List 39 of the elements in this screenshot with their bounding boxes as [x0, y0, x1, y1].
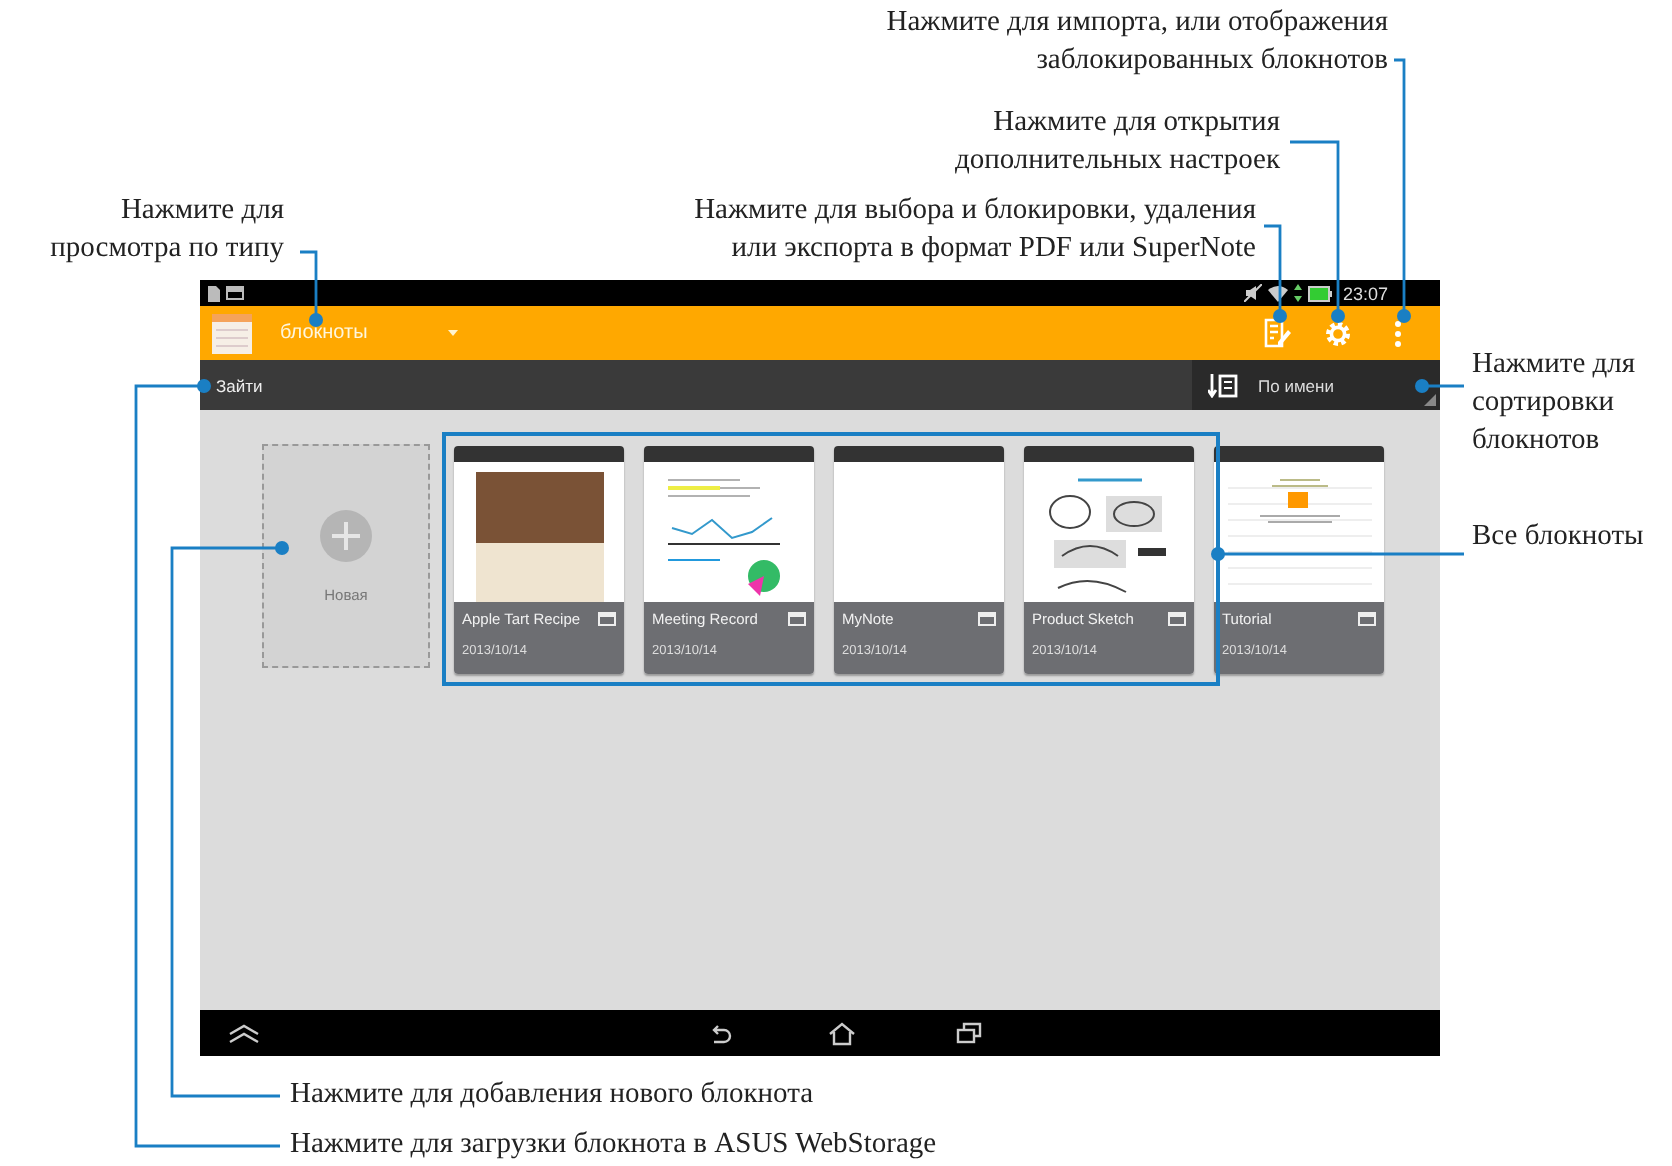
image-icon — [226, 286, 244, 300]
callout-text: Нажмите для добавления нового блокнота — [290, 1076, 814, 1114]
login-button[interactable]: Зайти — [200, 360, 269, 410]
sort-label: По имени — [1258, 375, 1334, 395]
battery-icon — [1308, 285, 1333, 301]
callout-text: Нажмите для выбора и блокировки, удаления или экспорта в формат PDF или SuperNote — [694, 192, 1256, 268]
photo-placeholder — [475, 472, 603, 602]
callout-text: Нажмите для открытия дополнительных настроек — [954, 104, 1280, 180]
menu-icon — [1394, 319, 1402, 347]
leader-line — [1415, 379, 1464, 393]
home-icon[interactable] — [828, 1021, 856, 1045]
leader-line — [300, 250, 323, 327]
corner-triangle-icon — [1424, 394, 1436, 406]
wifi-icon — [1268, 284, 1289, 302]
mute-icon — [1244, 284, 1263, 302]
sort-dropdown[interactable]: По имени — [1192, 360, 1440, 410]
caret-icon — [447, 330, 458, 336]
callout-text: Все блокноты — [1472, 518, 1644, 556]
plus-icon — [320, 509, 372, 561]
status-time: 23:07 — [1342, 283, 1388, 303]
data-arrows-icon — [1294, 284, 1303, 302]
document-icon — [208, 285, 220, 301]
notebook-icon — [212, 313, 252, 353]
cover-icon — [598, 612, 616, 626]
settings-icon — [1324, 319, 1352, 347]
cover-icon — [1168, 612, 1186, 626]
cover-icon — [788, 612, 806, 626]
callout-text: Нажмите для импорта, или отображения заблокированных блокнотов — [886, 4, 1388, 80]
leader-line — [1264, 224, 1287, 323]
cover-icon — [1358, 612, 1376, 626]
callout-text: Нажмите для загрузки блокнота в ASUS WebStorage — [290, 1126, 937, 1164]
cover-icon — [978, 612, 996, 626]
recent-apps-icon[interactable] — [956, 1022, 982, 1044]
chevron-up-icon[interactable] — [228, 1023, 260, 1043]
callout-text: Нажмите для просмотра по типу — [50, 192, 284, 268]
document-pen-icon — [1264, 318, 1292, 348]
callout-text: Нажмите для сортировки блокнотов — [1472, 346, 1636, 460]
back-icon[interactable] — [708, 1023, 732, 1043]
sort-icon — [1208, 373, 1238, 397]
